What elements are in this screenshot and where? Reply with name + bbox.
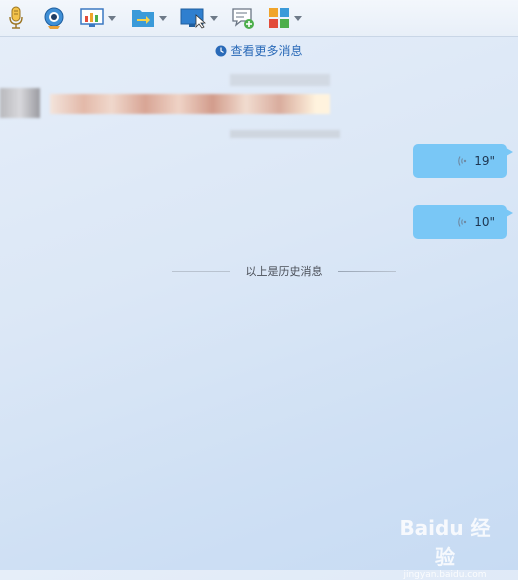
apps-icon	[269, 8, 289, 28]
history-end-label: 以上是历史消息	[245, 265, 323, 278]
remote-assist-icon	[180, 8, 206, 29]
send-file-dropdown-icon[interactable]	[159, 15, 167, 21]
voice-wave-icon	[458, 156, 467, 166]
send-file-button[interactable]	[131, 6, 167, 30]
watermark-url: jingyan.baidu.com	[403, 570, 487, 580]
watermark-logo: Baidu 经验	[399, 516, 491, 569]
remote-assist-dropdown-icon[interactable]	[210, 15, 218, 21]
voice-message-bubble[interactable]: 10"	[413, 205, 513, 239]
divider-line-left	[172, 270, 230, 272]
voice-message-bubble[interactable]: 19"	[413, 144, 513, 178]
history-end-divider: 以上是历史消息	[172, 263, 396, 279]
chat-toolbar	[0, 0, 518, 37]
video-call-button[interactable]	[42, 6, 66, 30]
add-message-icon	[232, 8, 254, 29]
voice-button[interactable]	[7, 6, 25, 30]
redacted-timestamp	[230, 130, 340, 138]
add-message-button[interactable]	[231, 6, 255, 30]
voice-wave-icon	[458, 217, 467, 227]
view-more-messages-link[interactable]: 查看更多消息	[0, 42, 518, 59]
baidu-jingyan-watermark: Baidu 经验 jingyan.baidu.com	[390, 512, 500, 580]
remote-assist-button[interactable]	[180, 6, 218, 30]
apps-dropdown-icon[interactable]	[294, 15, 302, 21]
clock-icon	[215, 45, 227, 57]
file-transfer-icon	[132, 10, 154, 27]
screen-share-button[interactable]	[80, 6, 116, 30]
camera-icon	[44, 7, 64, 29]
screen-share-dropdown-icon[interactable]	[108, 15, 116, 21]
divider-line-right	[338, 270, 396, 272]
redacted-avatar	[0, 88, 40, 118]
voice-duration: 19"	[474, 154, 495, 168]
microphone-icon	[9, 6, 23, 29]
view-more-label: 查看更多消息	[230, 44, 303, 58]
apps-button[interactable]	[268, 6, 302, 30]
redacted-message-text	[50, 94, 330, 114]
screen-share-icon	[80, 8, 104, 27]
redacted-sender-name	[230, 74, 330, 86]
voice-duration: 10"	[474, 215, 495, 229]
